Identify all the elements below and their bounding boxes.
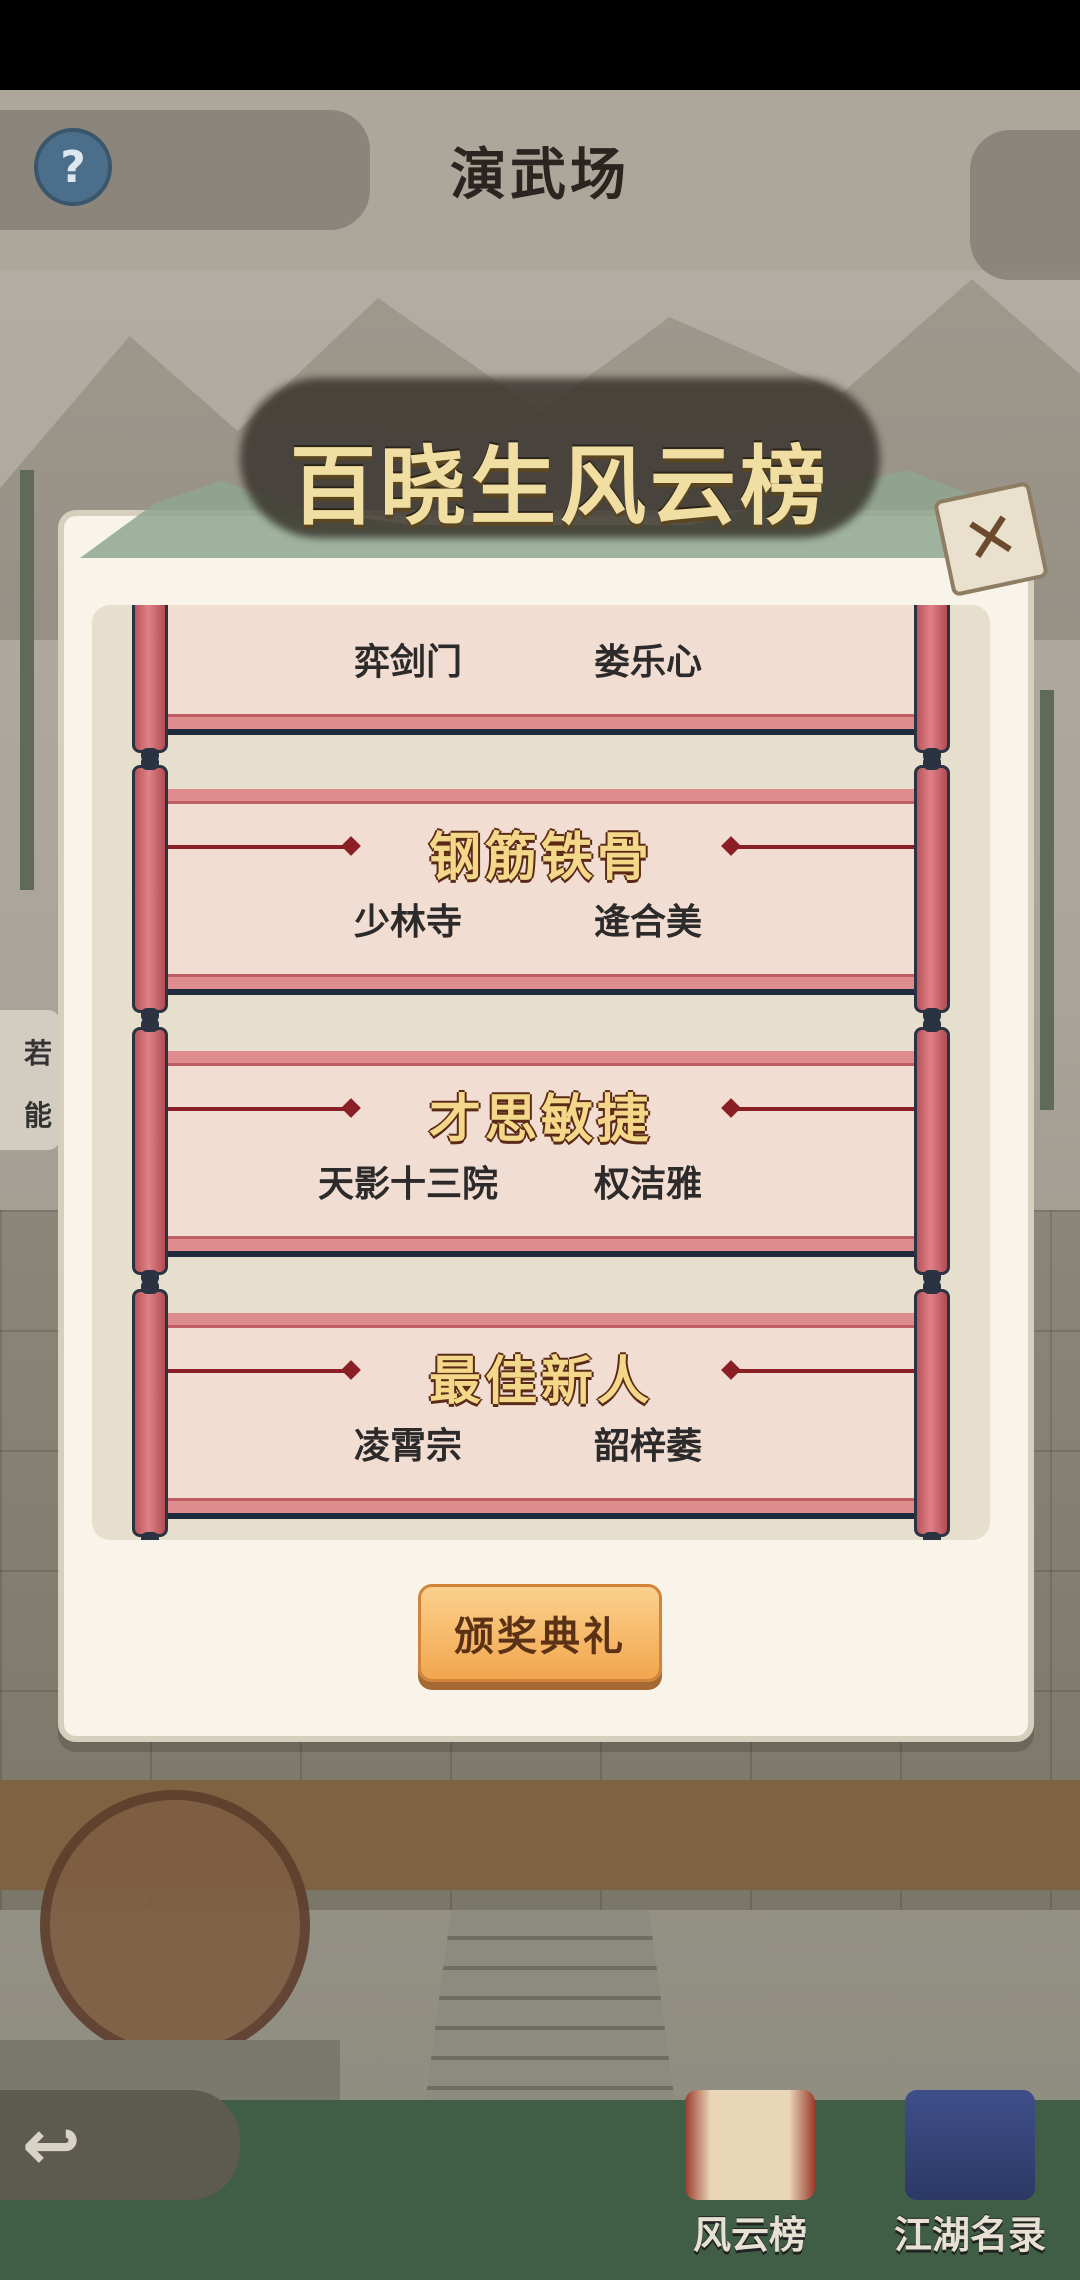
side-tip-text: 若 — [24, 1037, 53, 1070]
award-title: 才思敏捷 — [428, 1090, 653, 1150]
side-tip-tab[interactable]: 若 能 — [0, 1010, 60, 1150]
scroll-paper: 钢筋铁骨 少林寺 逄合美 — [168, 789, 914, 995]
scroll-rod — [132, 1018, 168, 1284]
header-bar: ? 演武场 — [0, 90, 1080, 280]
divider-line — [736, 1107, 914, 1111]
nav-ranking[interactable]: 风云榜 — [660, 2090, 840, 2270]
award-sect: 弈剑门 — [353, 642, 462, 683]
scroll-rod — [914, 1280, 950, 1540]
award-scroll: 弈剑门 娄乐心 — [132, 605, 950, 762]
help-button[interactable]: ? — [34, 128, 112, 206]
close-icon: ✕ — [957, 497, 1025, 581]
award-winner: 韶梓萎 — [593, 1426, 702, 1467]
bamboo-decoration — [1040, 690, 1054, 1110]
nav-directory-label: 江湖名录 — [893, 2213, 1046, 2257]
award-ceremony-button[interactable]: 颁奖典礼 — [418, 1584, 662, 1682]
scroll-paper: 最佳新人 凌霄宗 韶梓萎 — [168, 1313, 914, 1519]
drum-decoration — [40, 1790, 310, 2060]
back-arrow-icon: ↩ — [22, 2104, 81, 2186]
award-sect: 天影十三院 — [317, 1164, 498, 1205]
nav-directory[interactable]: 江湖名录 — [880, 2090, 1060, 2270]
award-title: 最佳新人 — [428, 1352, 653, 1412]
close-button[interactable]: ✕ — [932, 480, 1050, 598]
nav-ranking-label: 风云榜 — [692, 2213, 807, 2257]
scroll-rod — [132, 605, 168, 762]
modal-title-banner: 百晓生风云榜 — [20, 378, 1060, 578]
scroll-rod — [914, 605, 950, 762]
help-icon: ? — [60, 141, 86, 193]
award-scroll: 钢筋铁骨 少林寺 逄合美 — [132, 756, 950, 1022]
scroll-paper: 才思敏捷 天影十三院 权洁雅 — [168, 1051, 914, 1257]
award-sect: 凌霄宗 — [353, 1426, 462, 1467]
scroll-rod — [132, 1280, 168, 1540]
modal-title: 百晓生风云榜 — [290, 437, 830, 537]
award-title: 钢筋铁骨 — [428, 828, 653, 888]
scroll-ranking-icon — [685, 2090, 815, 2200]
award-winner: 娄乐心 — [593, 642, 702, 683]
scroll-paper: 弈剑门 娄乐心 — [168, 605, 914, 735]
scroll-rod — [914, 1018, 950, 1284]
ink-stroke-right — [970, 130, 1080, 280]
award-list[interactable]: 弈剑门 娄乐心 钢筋铁骨 少林寺 逄合美 才思敏捷 天影十三院 权洁雅 最佳新人… — [92, 605, 990, 1540]
award-winner: 逄合美 — [593, 902, 702, 943]
award-sect: 少林寺 — [353, 902, 462, 943]
book-directory-icon — [905, 2090, 1035, 2200]
award-winner: 权洁雅 — [593, 1164, 702, 1205]
award-scroll: 才思敏捷 天影十三院 权洁雅 — [132, 1018, 950, 1284]
page-title: 演武场 — [450, 143, 630, 208]
scroll-rod — [132, 756, 168, 1022]
side-tip-text: 能 — [24, 1099, 53, 1132]
award-scroll: 最佳新人 凌霄宗 韶梓萎 — [132, 1280, 950, 1540]
divider-line — [736, 845, 914, 849]
back-button[interactable]: ↩ — [0, 2090, 240, 2200]
status-bar — [0, 0, 1080, 90]
scroll-rod — [914, 756, 950, 1022]
divider-line — [736, 1369, 914, 1373]
